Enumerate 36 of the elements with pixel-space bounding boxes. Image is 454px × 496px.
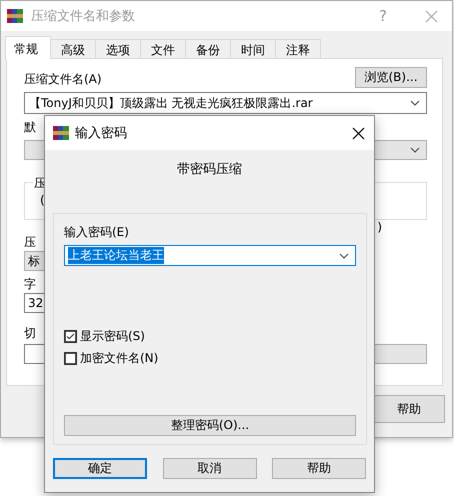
tab[interactable]: 备份 [185, 39, 231, 59]
window-title: 压缩文件名和参数 [31, 8, 136, 25]
option-text: ) [376, 220, 383, 234]
tab[interactable]: 文件 [140, 39, 186, 59]
group-text: ( [40, 193, 45, 207]
password-combo[interactable]: 上老王论坛当老王 [64, 245, 356, 266]
tab[interactable]: 选项 [95, 39, 141, 59]
field-label: 默 [24, 119, 36, 136]
chevron-down-icon [410, 147, 420, 153]
archive-name: 【TonyJ和贝贝】顶级露出 无视走光疯狂极限露出.rar [29, 94, 313, 112]
checkbox[interactable]: 加密文件名(N) [64, 350, 356, 367]
dialog-title: 输入密码 [75, 125, 128, 142]
field-label: 压 [24, 234, 36, 251]
tab[interactable]: 常规 [5, 36, 51, 59]
dialog-button[interactable]: 帮助 [272, 458, 366, 479]
chevron-down-icon [410, 100, 420, 106]
close-icon[interactable] [352, 126, 365, 140]
tab[interactable]: 时间 [230, 39, 276, 59]
browse-button[interactable]: 浏览(B)... [355, 67, 427, 88]
dialog-button[interactable]: 取消 [162, 458, 256, 479]
tab[interactable]: 注释 [275, 39, 321, 59]
dialog-button[interactable]: 确定 [53, 458, 147, 479]
dialog-heading: 带密码压缩 [177, 161, 242, 178]
chevron-down-icon [339, 252, 349, 258]
field-label: 切 [24, 325, 36, 342]
archive-name-combo[interactable]: 【TonyJ和贝贝】顶级露出 无视走光疯狂极限露出.rar [24, 92, 427, 114]
field-label: 输入密码(E) [64, 224, 129, 241]
field-label: 压缩文件名(A) [24, 71, 102, 88]
password-value: 上老王论坛当老王 [68, 247, 164, 264]
checkbox[interactable]: 显示密码(S) [64, 328, 356, 345]
help-button[interactable]: 帮助 [373, 395, 445, 423]
organize-passwords-button[interactable]: 整理密码(O)... [64, 415, 356, 436]
books-icon [53, 125, 69, 141]
field-label: 字 [24, 276, 36, 293]
set-button[interactable] [373, 344, 427, 364]
books-icon [7, 8, 23, 24]
